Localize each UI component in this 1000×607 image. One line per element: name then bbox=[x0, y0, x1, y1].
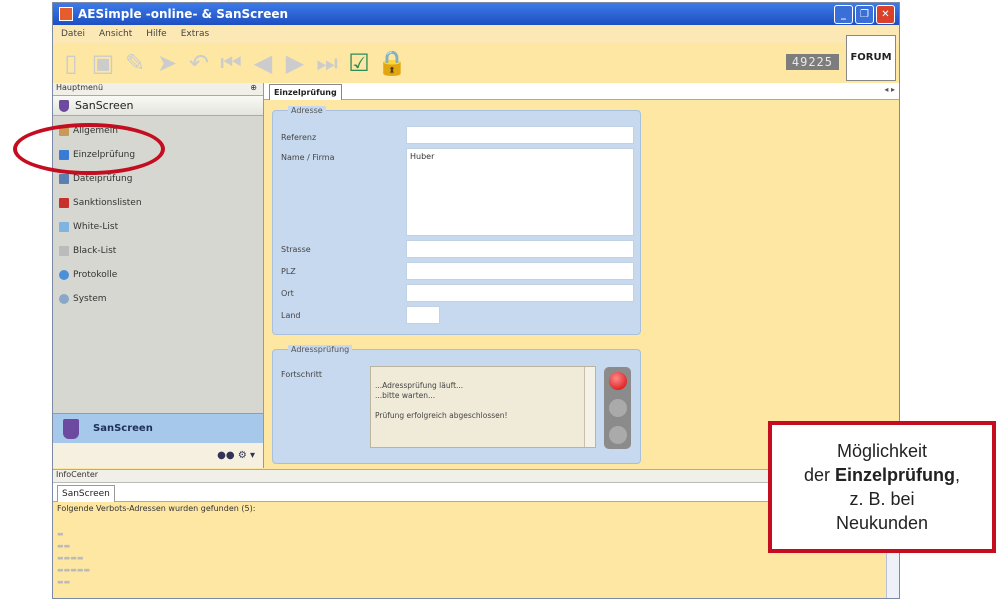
green-lamp-icon bbox=[608, 426, 627, 445]
ort-label: Ort bbox=[281, 289, 294, 298]
pin-icon[interactable]: ⊕ bbox=[250, 83, 257, 92]
progress-text: ...Adressprüfung läuft... ...bitte warte… bbox=[375, 381, 508, 420]
shield-icon bbox=[63, 418, 79, 439]
file-check-icon bbox=[59, 174, 69, 184]
traffic-light bbox=[604, 367, 631, 449]
window-title: AESimple -online- & SanScreen bbox=[78, 7, 289, 21]
fortschritt-label: Fortschritt bbox=[281, 370, 323, 379]
restore-button[interactable]: ❐ bbox=[855, 5, 874, 24]
edit-icon[interactable]: ✎ bbox=[121, 49, 149, 77]
undo-icon[interactable]: ↶ bbox=[185, 49, 213, 77]
sidebar-item-black-list[interactable]: Black-List bbox=[53, 239, 263, 263]
referenz-label: Referenz bbox=[281, 133, 317, 142]
shield-icon bbox=[59, 99, 69, 112]
app-icon bbox=[59, 7, 73, 21]
previous-record-icon[interactable]: ◀ bbox=[249, 49, 277, 77]
menu-ansicht[interactable]: Ansicht bbox=[99, 29, 132, 39]
minimize-button[interactable]: _ bbox=[834, 5, 853, 24]
sidebar-item-system[interactable]: System bbox=[53, 287, 263, 311]
callout-line-3: z. B. bei bbox=[849, 489, 915, 509]
sidebar-item-protokolle[interactable]: Protokolle bbox=[53, 263, 263, 287]
highlight-ellipse bbox=[13, 123, 165, 175]
sidebar-footer[interactable]: SanScreen bbox=[53, 413, 263, 443]
list-icon bbox=[59, 198, 69, 208]
blurred-line: ▬▬ bbox=[57, 542, 71, 550]
forward-icon[interactable]: ➤ bbox=[153, 49, 181, 77]
sidebar-item-sanktionslisten[interactable]: Sanktionslisten bbox=[53, 191, 263, 215]
group-icon[interactable]: ●● bbox=[217, 450, 234, 461]
menu-bar: Datei Ansicht Hilfe Extras bbox=[53, 25, 899, 43]
save-icon[interactable]: ▣ bbox=[89, 49, 117, 77]
name-label: Name / Firma bbox=[281, 153, 335, 162]
blurred-line: ▬▬▬▬▬ bbox=[57, 566, 91, 574]
ort-field[interactable] bbox=[406, 284, 634, 302]
log-icon bbox=[59, 270, 69, 280]
chevron-down-icon[interactable]: ▾ bbox=[250, 450, 255, 461]
strasse-field[interactable] bbox=[406, 240, 634, 258]
menu-datei[interactable]: Datei bbox=[61, 29, 85, 39]
yellow-lamp-icon bbox=[608, 398, 627, 417]
sidebar-section-title[interactable]: SanScreen bbox=[53, 96, 263, 116]
toolbar: ▯ ▣ ✎ ➤ ↶ ⏮ ◀ ▶ ⏭ ☑ 🔒 bbox=[53, 43, 899, 83]
last-record-icon[interactable]: ⏭ bbox=[313, 49, 341, 77]
menu-hilfe[interactable]: Hilfe bbox=[146, 29, 166, 39]
blurred-line: ▬▬▬▬ bbox=[57, 554, 84, 562]
forum-logo: FORUM bbox=[846, 35, 896, 81]
name-field[interactable]: Huber bbox=[406, 148, 634, 236]
referenz-field[interactable] bbox=[406, 126, 634, 144]
next-record-icon[interactable]: ▶ bbox=[281, 49, 309, 77]
adresspruefung-group: Adressprüfung Fortschritt ...Adressprüfu… bbox=[272, 345, 641, 464]
title-bar: AESimple -online- & SanScreen _ ❐ ✕ bbox=[53, 3, 899, 25]
progress-log: ...Adressprüfung läuft... ...bitte warte… bbox=[370, 366, 596, 448]
adresspruefung-group-title: Adressprüfung bbox=[288, 345, 353, 354]
tab-einzelpruefung[interactable]: Einzelprüfung bbox=[269, 84, 342, 100]
callout-line-4: Neukunden bbox=[835, 513, 929, 533]
first-record-icon[interactable]: ⏮ bbox=[217, 49, 245, 77]
tab-scroll-arrows[interactable]: ◂ ▸ bbox=[884, 85, 895, 94]
menu-extras[interactable]: Extras bbox=[181, 29, 209, 39]
checkmark-icon[interactable]: ☑ bbox=[345, 49, 373, 77]
sidebar-item-white-list[interactable]: White-List bbox=[53, 215, 263, 239]
white-list-icon bbox=[59, 222, 69, 232]
main-panel: Einzelprüfung ◂ ▸ Adresse Referenz Name … bbox=[264, 83, 899, 468]
adresse-group-title: Adresse bbox=[288, 106, 326, 115]
sidebar-header: Hauptmenü ⊕ bbox=[53, 83, 263, 96]
land-label: Land bbox=[281, 311, 301, 320]
callout-line-2: der Einzelprüfung, bbox=[803, 465, 961, 485]
black-list-icon bbox=[59, 246, 69, 256]
record-counter: 49225 bbox=[785, 54, 839, 70]
adresse-group: Adresse Referenz Name / Firma Huber Stra… bbox=[272, 106, 641, 335]
infocenter-message: Folgende Verbots-Adressen wurden gefunde… bbox=[57, 504, 256, 513]
new-document-icon[interactable]: ▯ bbox=[57, 49, 85, 77]
strasse-label: Strasse bbox=[281, 245, 311, 254]
close-button[interactable]: ✕ bbox=[876, 5, 895, 24]
tab-sanscreen[interactable]: SanScreen bbox=[57, 485, 115, 502]
blurred-line: ▬ bbox=[57, 530, 64, 538]
plz-field[interactable] bbox=[406, 262, 634, 280]
callout-line-1: Möglichkeit bbox=[836, 441, 928, 461]
red-lamp-icon bbox=[608, 371, 627, 390]
land-field[interactable] bbox=[406, 306, 440, 324]
sidebar-header-label: Hauptmenü bbox=[56, 83, 104, 92]
callout-box: Möglichkeit der Einzelprüfung, z. B. bei… bbox=[768, 421, 996, 553]
sidebar-bottom-toolbar: ●● ⚙ ▾ bbox=[53, 443, 263, 468]
sidebar-section-label: SanScreen bbox=[75, 99, 134, 112]
plz-label: PLZ bbox=[281, 267, 296, 276]
settings-icon[interactable]: ⚙ bbox=[238, 450, 247, 461]
tab-bar: Einzelprüfung ◂ ▸ bbox=[264, 83, 899, 100]
lock-icon[interactable]: 🔒 bbox=[377, 49, 407, 77]
blurred-line: ▬▬ bbox=[57, 578, 71, 586]
sidebar-footer-label: SanScreen bbox=[93, 423, 153, 434]
progress-scrollbar[interactable] bbox=[584, 367, 595, 447]
gear-icon bbox=[59, 294, 69, 304]
